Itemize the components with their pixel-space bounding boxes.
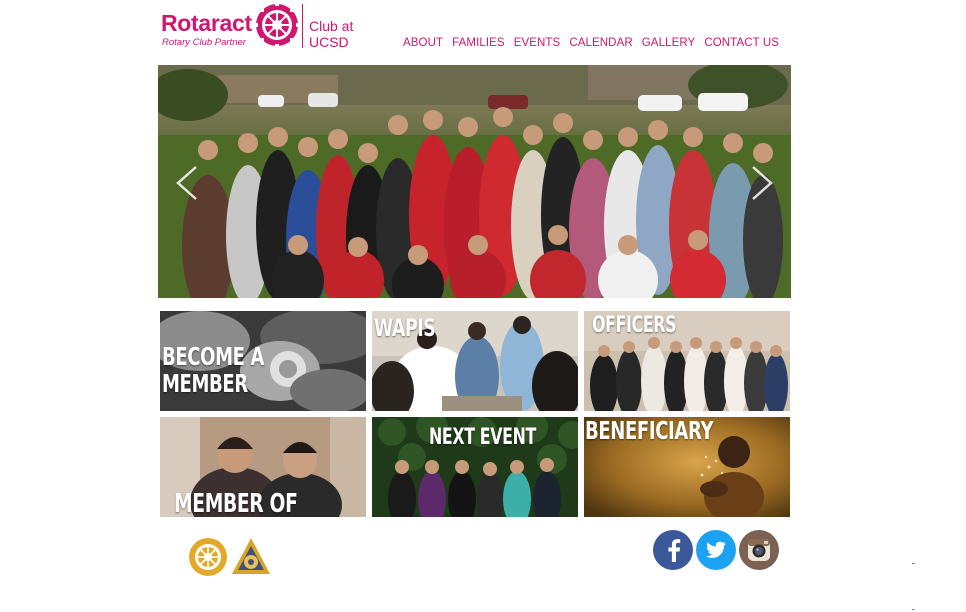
- nav-families[interactable]: FAMILIES: [452, 37, 505, 49]
- instagram-link[interactable]: [738, 529, 779, 570]
- tile-caption: BECOME A MEMBER: [162, 342, 265, 398]
- brand-name: Rotaract: [161, 10, 252, 36]
- hero-carousel[interactable]: [158, 65, 791, 298]
- facebook-link[interactable]: [652, 529, 693, 570]
- stray-mark: [912, 563, 915, 564]
- tile-member-of-the-month[interactable]: MEMBER OF THE MONTH: [160, 417, 366, 517]
- rotary-wheel-icon: [189, 538, 227, 576]
- tile-caption: WAPIs: [374, 314, 436, 342]
- nav-calendar[interactable]: CALENDAR: [569, 37, 632, 49]
- tile-wapis[interactable]: WAPIs: [372, 311, 578, 411]
- tile-become-a-member[interactable]: BECOME A MEMBER: [160, 311, 366, 411]
- tile-officers[interactable]: OFFICERS: [584, 311, 790, 411]
- nav-gallery[interactable]: GALLERY: [642, 37, 696, 49]
- logo-divider: [302, 4, 303, 48]
- rotary-logos: [188, 536, 274, 578]
- nav-events[interactable]: EVENTS: [514, 37, 561, 49]
- tile-caption: MEMBER OF THE MONTH: [174, 489, 298, 517]
- tile-beneficiary[interactable]: BENEFICIARY: [584, 417, 790, 517]
- twitter-icon: [696, 530, 736, 570]
- instagram-icon: [739, 530, 779, 570]
- social-links: [652, 529, 782, 571]
- tile-caption: NEXT EVENT: [429, 425, 536, 450]
- group-photo: [158, 65, 791, 298]
- brand-partner: Rotary Club Partner: [162, 37, 246, 48]
- rotaract-logo[interactable]: Rotaract Rotary Club Partner Club at UCS…: [160, 2, 396, 50]
- nav-about[interactable]: ABOUT: [403, 37, 443, 49]
- rotary-wheel-icon: [254, 2, 300, 48]
- chevron-left-icon[interactable]: [172, 163, 202, 203]
- nav-contact-us[interactable]: CONTACT US: [704, 37, 779, 49]
- main-nav: ABOUT FAMILIES EVENTS CALENDAR GALLERY C…: [403, 37, 788, 49]
- brand-club: Club at UCSD: [309, 18, 354, 50]
- chevron-right-icon[interactable]: [747, 163, 777, 203]
- stray-mark: [912, 609, 915, 610]
- rotaract-emblem-icon: [232, 538, 270, 574]
- facebook-icon: [653, 530, 693, 570]
- tile-next-event[interactable]: NEXT EVENT: [372, 417, 578, 517]
- twitter-link[interactable]: [695, 529, 736, 570]
- tile-caption: BENEFICIARY: [585, 417, 714, 445]
- tile-caption: OFFICERS: [592, 313, 677, 338]
